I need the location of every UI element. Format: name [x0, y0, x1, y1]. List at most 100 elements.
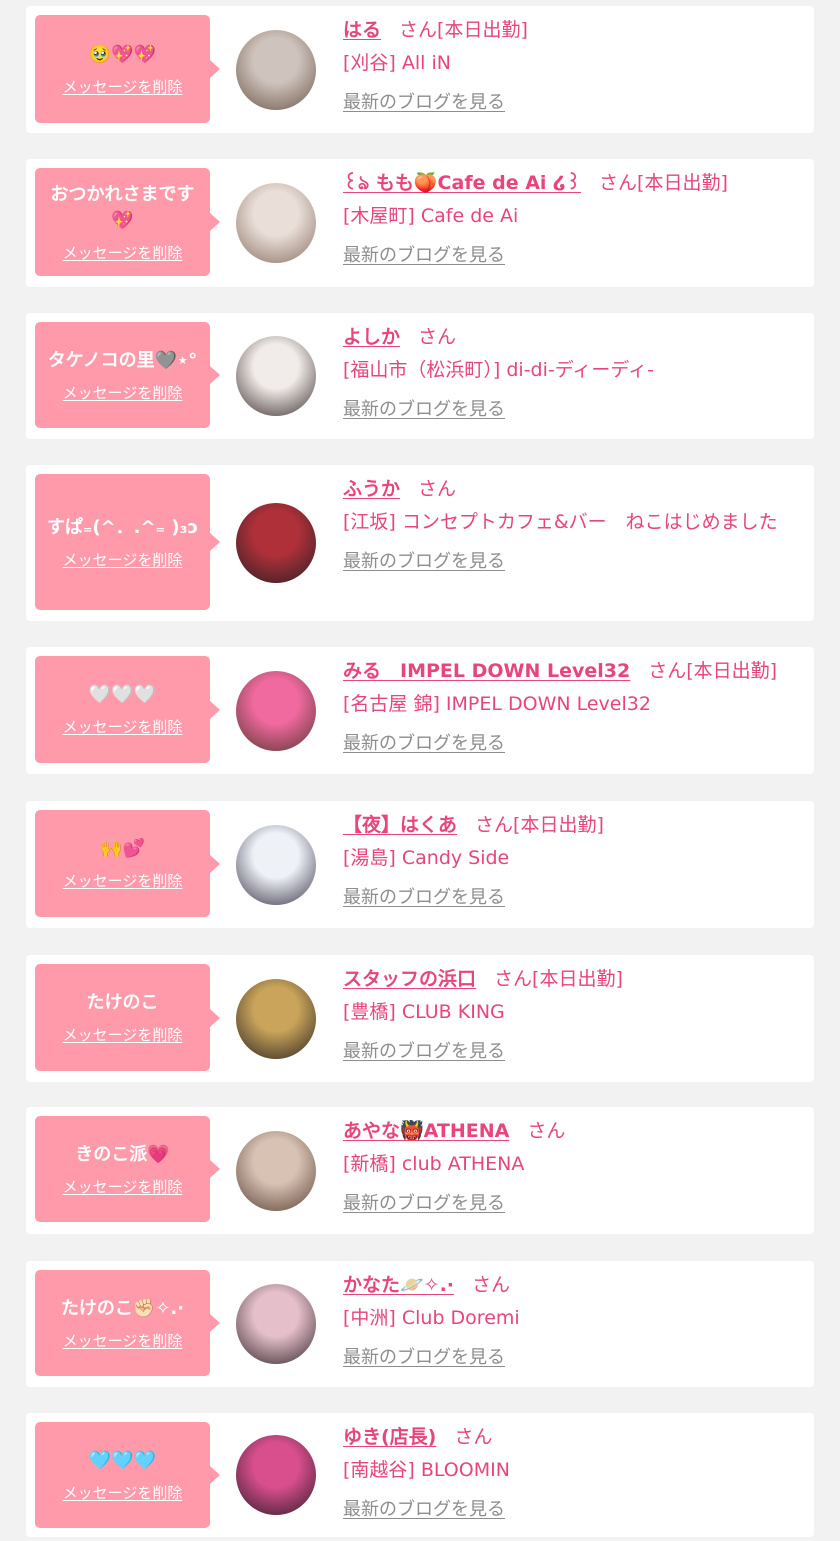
attendance-status: [本日出勤] — [686, 660, 778, 682]
cast-info: ゆき(店長) さん [南越谷] BLOOMIN 最新のブログを見る — [343, 1423, 796, 1521]
message-bubble: 🤍🤍🤍 メッセージを削除 — [35, 656, 220, 763]
attendance-status: [本日出勤] — [513, 814, 604, 836]
delete-message-link[interactable]: メッセージを削除 — [63, 76, 183, 97]
view-latest-blog-link[interactable]: 最新のブログを見る — [343, 395, 505, 421]
message-card: たけのこ メッセージを削除 スタッフの浜口 さん[本日出勤] [豊橋] CLUB … — [26, 955, 814, 1082]
message-bubble: 🩵🩵🩵 メッセージを削除 — [35, 1422, 220, 1528]
message-bubble: タケノコの里🩶⋆° メッセージを削除 — [35, 322, 220, 428]
shop-name: [名古屋 錦] IMPEL DOWN Level32 — [343, 693, 651, 715]
cast-info: スタッフの浜口 さん[本日出勤] [豊橋] CLUB KING 最新のブログを見る — [343, 965, 796, 1063]
view-latest-blog-link[interactable]: 最新のブログを見る — [343, 241, 505, 267]
avatar[interactable] — [236, 979, 316, 1059]
delete-message-link[interactable]: メッセージを削除 — [63, 1024, 183, 1045]
cast-info: ふうか さん [江坂] コンセプトカフェ&バー ねこはじめました 最新のブログを見… — [343, 475, 796, 573]
cast-name-link[interactable]: ꒰ঌ もも🍑Cafe de Ai ໒꒱ — [343, 172, 581, 194]
avatar[interactable] — [236, 1435, 316, 1515]
shop-name: [南越谷] BLOOMIN — [343, 1459, 510, 1481]
message-card: おつかれさまです💖 メッセージを削除 ꒰ঌ もも🍑Cafe de Ai ໒꒱ さん… — [26, 159, 814, 287]
honorific: さん — [472, 1274, 511, 1296]
delete-message-link[interactable]: メッセージを削除 — [63, 870, 183, 891]
honorific: さん — [648, 660, 687, 682]
view-latest-blog-link[interactable]: 最新のブログを見る — [343, 1037, 505, 1063]
shop-name: [刈谷] All iN — [343, 52, 451, 74]
avatar[interactable] — [236, 825, 316, 905]
shop-name: [江坂] コンセプトカフェ&バー ねこはじめました — [343, 511, 778, 533]
honorific: さん — [418, 478, 457, 500]
message-bubble: おつかれさまです💖 メッセージを削除 — [35, 168, 220, 276]
avatar[interactable] — [236, 1131, 316, 1211]
view-latest-blog-link[interactable]: 最新のブログを見る — [343, 1189, 505, 1215]
delete-message-link[interactable]: メッセージを削除 — [63, 549, 183, 570]
cast-info: あやな👹ATHENA さん [新橋] club ATHENA 最新のブログを見る — [343, 1117, 796, 1215]
message-card: たけのこ✊🏻✧.· メッセージを削除 かなた🪐✧.· さん [中洲] Club D… — [26, 1261, 814, 1387]
cast-name-link[interactable]: みる IMPEL DOWN Level32 — [343, 660, 630, 682]
delete-message-link[interactable]: メッセージを削除 — [63, 1330, 183, 1351]
message-text: きのこ派💗 — [75, 1143, 170, 1165]
message-card: 🥹💖💖 メッセージを削除 はる さん[本日出勤] [刈谷] All iN 最新のブ… — [26, 6, 814, 133]
attendance-status: [本日出勤] — [532, 968, 623, 990]
message-bubble: きのこ派💗 メッセージを削除 — [35, 1116, 220, 1222]
message-text: 🩵🩵🩵 — [88, 1449, 157, 1471]
shop-name: [木屋町] Cafe de Ai — [343, 205, 519, 227]
honorific: さん — [494, 968, 533, 990]
cast-name-link[interactable]: ゆき(店長) — [343, 1426, 436, 1448]
delete-message-link[interactable]: メッセージを削除 — [63, 382, 183, 403]
message-card: 🩵🩵🩵 メッセージを削除 ゆき(店長) さん [南越谷] BLOOMIN 最新のブ… — [26, 1413, 814, 1537]
honorific: さん — [527, 1120, 566, 1142]
view-latest-blog-link[interactable]: 最新のブログを見る — [343, 547, 505, 573]
honorific: さん — [399, 19, 438, 41]
cast-name-link[interactable]: あやな👹ATHENA — [343, 1120, 509, 1142]
avatar[interactable] — [236, 1284, 316, 1364]
honorific: さん — [454, 1426, 493, 1448]
view-latest-blog-link[interactable]: 最新のブログを見る — [343, 883, 505, 909]
message-text: 🤍🤍🤍 — [88, 684, 157, 705]
delete-message-link[interactable]: メッセージを削除 — [63, 1482, 183, 1503]
shop-name: [湯島] Candy Side — [343, 847, 510, 869]
avatar[interactable] — [236, 671, 316, 751]
avatar[interactable] — [236, 503, 316, 583]
honorific: さん — [475, 814, 514, 836]
message-text: 🥹💖💖 — [88, 43, 157, 65]
delete-message-link[interactable]: メッセージを削除 — [63, 242, 183, 263]
message-text: たけのこ — [86, 992, 159, 1013]
delete-message-link[interactable]: メッセージを削除 — [63, 1176, 183, 1197]
shop-name: [豊橋] CLUB KING — [343, 1001, 505, 1023]
message-text: 🙌💕 — [100, 838, 145, 859]
view-latest-blog-link[interactable]: 最新のブログを見る — [343, 1343, 505, 1369]
message-bubble: 🥹💖💖 メッセージを削除 — [35, 15, 220, 123]
message-card: すぱ₌(^．.^₌ )₃ɔ メッセージを削除 ふうか さん [江坂] コンセプトカ… — [26, 465, 814, 621]
message-bubble: たけのこ✊🏻✧.· メッセージを削除 — [35, 1270, 220, 1376]
message-list: 🥹💖💖 メッセージを削除 はる さん[本日出勤] [刈谷] All iN 最新のブ… — [0, 0, 840, 1541]
attendance-status: [本日出勤] — [437, 19, 528, 41]
shop-name: [新橋] club ATHENA — [343, 1153, 525, 1175]
cast-name-link[interactable]: 【夜】はくあ — [343, 814, 457, 836]
cast-info: はる さん[本日出勤] [刈谷] All iN 最新のブログを見る — [343, 16, 796, 114]
cast-info: 【夜】はくあ さん[本日出勤] [湯島] Candy Side 最新のブログを見る — [343, 811, 796, 909]
message-bubble: すぱ₌(^．.^₌ )₃ɔ メッセージを削除 — [35, 474, 220, 610]
message-bubble: 🙌💕 メッセージを削除 — [35, 810, 220, 917]
attendance-status: [本日出勤] — [637, 172, 728, 194]
avatar[interactable] — [236, 30, 316, 110]
message-card: タケノコの里🩶⋆° メッセージを削除 よしか さん [福山市（松浜町）] di-d… — [26, 313, 814, 439]
cast-name-link[interactable]: はる — [343, 19, 381, 41]
cast-name-link[interactable]: ふうか — [343, 478, 400, 500]
delete-message-link[interactable]: メッセージを削除 — [63, 716, 183, 737]
message-text: おつかれさまです💖 — [50, 183, 195, 231]
view-latest-blog-link[interactable]: 最新のブログを見る — [343, 1495, 505, 1521]
view-latest-blog-link[interactable]: 最新のブログを見る — [343, 88, 505, 114]
cast-name-link[interactable]: かなた🪐✧.· — [343, 1274, 454, 1296]
shop-name: [中洲] Club Doremi — [343, 1307, 520, 1329]
message-text: すぱ₌(^．.^₌ )₃ɔ — [46, 516, 199, 538]
cast-info: かなた🪐✧.· さん [中洲] Club Doremi 最新のブログを見る — [343, 1271, 796, 1369]
cast-name-link[interactable]: よしか — [343, 326, 400, 348]
honorific: さん — [599, 172, 638, 194]
cast-name-link[interactable]: スタッフの浜口 — [343, 968, 476, 990]
shop-name: [福山市（松浜町）] di-di-ディーディ- — [343, 359, 654, 381]
cast-info: みる IMPEL DOWN Level32 さん[本日出勤] [名古屋 錦] IM… — [343, 657, 796, 755]
view-latest-blog-link[interactable]: 最新のブログを見る — [343, 729, 505, 755]
avatar[interactable] — [236, 183, 316, 263]
avatar[interactable] — [236, 336, 316, 416]
message-text: たけのこ✊🏻✧.· — [60, 1297, 185, 1319]
message-card: きのこ派💗 メッセージを削除 あやな👹ATHENA さん [新橋] club AT… — [26, 1107, 814, 1234]
cast-info: よしか さん [福山市（松浜町）] di-di-ディーディ- 最新のブログを見る — [343, 323, 796, 421]
